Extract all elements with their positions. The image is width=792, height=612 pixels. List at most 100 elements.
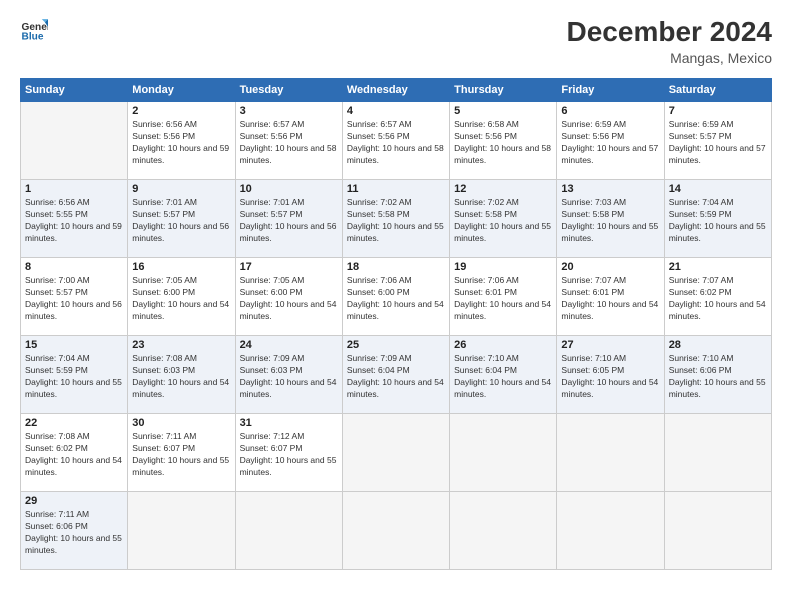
main-title: December 2024: [567, 16, 772, 48]
col-tuesday: Tuesday: [235, 79, 342, 102]
day-number: 16: [132, 261, 230, 273]
day-number: 22: [25, 417, 123, 429]
table-row: 20 Sunrise: 7:07 AM Sunset: 6:01 PM Dayli…: [557, 258, 664, 336]
day-number: 12: [454, 183, 552, 195]
day-number: 2: [132, 105, 230, 117]
day-number: 14: [669, 183, 767, 195]
table-row: 11Sunrise: 7:02 AM Sunset: 5:58 PM Dayli…: [342, 180, 449, 258]
day-number: 25: [347, 339, 445, 351]
day-info: Sunrise: 6:56 AM Sunset: 5:55 PM Dayligh…: [25, 197, 123, 245]
day-number: 17: [240, 261, 338, 273]
table-row: [664, 414, 771, 492]
day-number: 28: [669, 339, 767, 351]
table-row: 14 Sunrise: 7:04 AM Sunset: 5:59 PM Dayli…: [664, 180, 771, 258]
table-row: [664, 492, 771, 570]
table-row: 4 Sunrise: 6:57 AM Sunset: 5:56 PM Daylig…: [342, 102, 449, 180]
table-row: [21, 102, 128, 180]
calendar-table: Sunday Monday Tuesday Wednesday Thursday…: [20, 78, 772, 570]
table-row: 7 Sunrise: 6:59 AM Sunset: 5:57 PM Daylig…: [664, 102, 771, 180]
calendar-week-row: 8 Sunrise: 7:00 AM Sunset: 5:57 PM Daylig…: [21, 258, 772, 336]
table-row: 6 Sunrise: 6:59 AM Sunset: 5:56 PM Daylig…: [557, 102, 664, 180]
day-info: Sunrise: 7:04 AM Sunset: 5:59 PM Dayligh…: [669, 197, 767, 245]
day-info: Sunrise: 7:05 AM Sunset: 6:00 PM Dayligh…: [240, 275, 338, 323]
day-number: 19: [454, 261, 552, 273]
day-number: 21: [669, 261, 767, 273]
calendar-week-row: 29 Sunrise: 7:11 AM Sunset: 6:06 PM Dayli…: [21, 492, 772, 570]
col-sunday: Sunday: [21, 79, 128, 102]
table-row: 8 Sunrise: 7:00 AM Sunset: 5:57 PM Daylig…: [21, 258, 128, 336]
day-info: Sunrise: 7:10 AM Sunset: 6:06 PM Dayligh…: [669, 353, 767, 401]
day-info: Sunrise: 7:07 AM Sunset: 6:02 PM Dayligh…: [669, 275, 767, 323]
day-number: 23: [132, 339, 230, 351]
table-row: [342, 492, 449, 570]
day-info: Sunrise: 7:04 AM Sunset: 5:59 PM Dayligh…: [25, 353, 123, 401]
day-number: 20: [561, 261, 659, 273]
table-row: 13Sunrise: 7:03 AM Sunset: 5:58 PM Dayli…: [557, 180, 664, 258]
day-info: Sunrise: 7:07 AM Sunset: 6:01 PM Dayligh…: [561, 275, 659, 323]
day-number: 5: [454, 105, 552, 117]
day-info: Sunrise: 6:59 AM Sunset: 5:56 PM Dayligh…: [561, 119, 659, 167]
day-info: Sunrise: 7:05 AM Sunset: 6:00 PM Dayligh…: [132, 275, 230, 323]
table-row: 25 Sunrise: 7:09 AM Sunset: 6:04 PM Dayli…: [342, 336, 449, 414]
day-info: Sunrise: 7:08 AM Sunset: 6:02 PM Dayligh…: [25, 431, 123, 479]
table-row: 28 Sunrise: 7:10 AM Sunset: 6:06 PM Dayli…: [664, 336, 771, 414]
page-header: General Blue December 2024 Mangas, Mexic…: [20, 16, 772, 66]
day-number: 29: [25, 495, 123, 507]
title-block: December 2024 Mangas, Mexico: [567, 16, 772, 66]
table-row: 30Sunrise: 7:11 AM Sunset: 6:07 PM Dayli…: [128, 414, 235, 492]
table-row: 18 Sunrise: 7:06 AM Sunset: 6:00 PM Dayli…: [342, 258, 449, 336]
day-info: Sunrise: 7:09 AM Sunset: 6:04 PM Dayligh…: [347, 353, 445, 401]
day-info: Sunrise: 7:12 AM Sunset: 6:07 PM Dayligh…: [240, 431, 338, 479]
day-number: 27: [561, 339, 659, 351]
table-row: 23 Sunrise: 7:08 AM Sunset: 6:03 PM Dayli…: [128, 336, 235, 414]
day-info: Sunrise: 6:56 AM Sunset: 5:56 PM Dayligh…: [132, 119, 230, 167]
day-number: 10: [240, 183, 338, 195]
day-info: Sunrise: 7:03 AM Sunset: 5:58 PM Dayligh…: [561, 197, 659, 245]
table-row: 29 Sunrise: 7:11 AM Sunset: 6:06 PM Dayli…: [21, 492, 128, 570]
table-row: [557, 492, 664, 570]
day-number: 9: [132, 183, 230, 195]
day-info: Sunrise: 7:08 AM Sunset: 6:03 PM Dayligh…: [132, 353, 230, 401]
day-number: 15: [25, 339, 123, 351]
table-row: 9 Sunrise: 7:01 AM Sunset: 5:57 PM Daylig…: [128, 180, 235, 258]
day-number: 8: [25, 261, 123, 273]
day-info: Sunrise: 7:10 AM Sunset: 6:05 PM Dayligh…: [561, 353, 659, 401]
day-info: Sunrise: 7:06 AM Sunset: 6:00 PM Dayligh…: [347, 275, 445, 323]
day-number: 24: [240, 339, 338, 351]
day-number: 6: [561, 105, 659, 117]
table-row: 17 Sunrise: 7:05 AM Sunset: 6:00 PM Dayli…: [235, 258, 342, 336]
sub-title: Mangas, Mexico: [567, 50, 772, 66]
day-info: Sunrise: 7:00 AM Sunset: 5:57 PM Dayligh…: [25, 275, 123, 323]
table-row: 27 Sunrise: 7:10 AM Sunset: 6:05 PM Dayli…: [557, 336, 664, 414]
table-row: 12Sunrise: 7:02 AM Sunset: 5:58 PM Dayli…: [450, 180, 557, 258]
table-row: 22 Sunrise: 7:08 AM Sunset: 6:02 PM Dayli…: [21, 414, 128, 492]
table-row: 31Sunrise: 7:12 AM Sunset: 6:07 PM Dayli…: [235, 414, 342, 492]
day-number: 7: [669, 105, 767, 117]
table-row: [557, 414, 664, 492]
day-info: Sunrise: 7:01 AM Sunset: 5:57 PM Dayligh…: [132, 197, 230, 245]
calendar-week-row: 2 Sunrise: 6:56 AM Sunset: 5:56 PM Daylig…: [21, 102, 772, 180]
logo: General Blue: [20, 16, 48, 44]
day-info: Sunrise: 6:57 AM Sunset: 5:56 PM Dayligh…: [347, 119, 445, 167]
col-friday: Friday: [557, 79, 664, 102]
logo-icon: General Blue: [20, 16, 48, 44]
day-number: 3: [240, 105, 338, 117]
table-row: 5Sunrise: 6:58 AM Sunset: 5:56 PM Daylig…: [450, 102, 557, 180]
day-info: Sunrise: 6:59 AM Sunset: 5:57 PM Dayligh…: [669, 119, 767, 167]
day-info: Sunrise: 7:11 AM Sunset: 6:06 PM Dayligh…: [25, 509, 123, 557]
day-info: Sunrise: 7:09 AM Sunset: 6:03 PM Dayligh…: [240, 353, 338, 401]
table-row: 3 Sunrise: 6:57 AM Sunset: 5:56 PM Daylig…: [235, 102, 342, 180]
day-info: Sunrise: 7:10 AM Sunset: 6:04 PM Dayligh…: [454, 353, 552, 401]
table-row: 16 Sunrise: 7:05 AM Sunset: 6:00 PM Dayli…: [128, 258, 235, 336]
day-info: Sunrise: 6:57 AM Sunset: 5:56 PM Dayligh…: [240, 119, 338, 167]
day-number: 18: [347, 261, 445, 273]
day-number: 4: [347, 105, 445, 117]
calendar-header-row: Sunday Monday Tuesday Wednesday Thursday…: [21, 79, 772, 102]
table-row: [450, 414, 557, 492]
day-info: Sunrise: 7:02 AM Sunset: 5:58 PM Dayligh…: [347, 197, 445, 245]
table-row: 24 Sunrise: 7:09 AM Sunset: 6:03 PM Dayli…: [235, 336, 342, 414]
day-info: Sunrise: 7:11 AM Sunset: 6:07 PM Dayligh…: [132, 431, 230, 479]
calendar-week-row: 15 Sunrise: 7:04 AM Sunset: 5:59 PM Dayli…: [21, 336, 772, 414]
day-number: 26: [454, 339, 552, 351]
table-row: 2 Sunrise: 6:56 AM Sunset: 5:56 PM Daylig…: [128, 102, 235, 180]
